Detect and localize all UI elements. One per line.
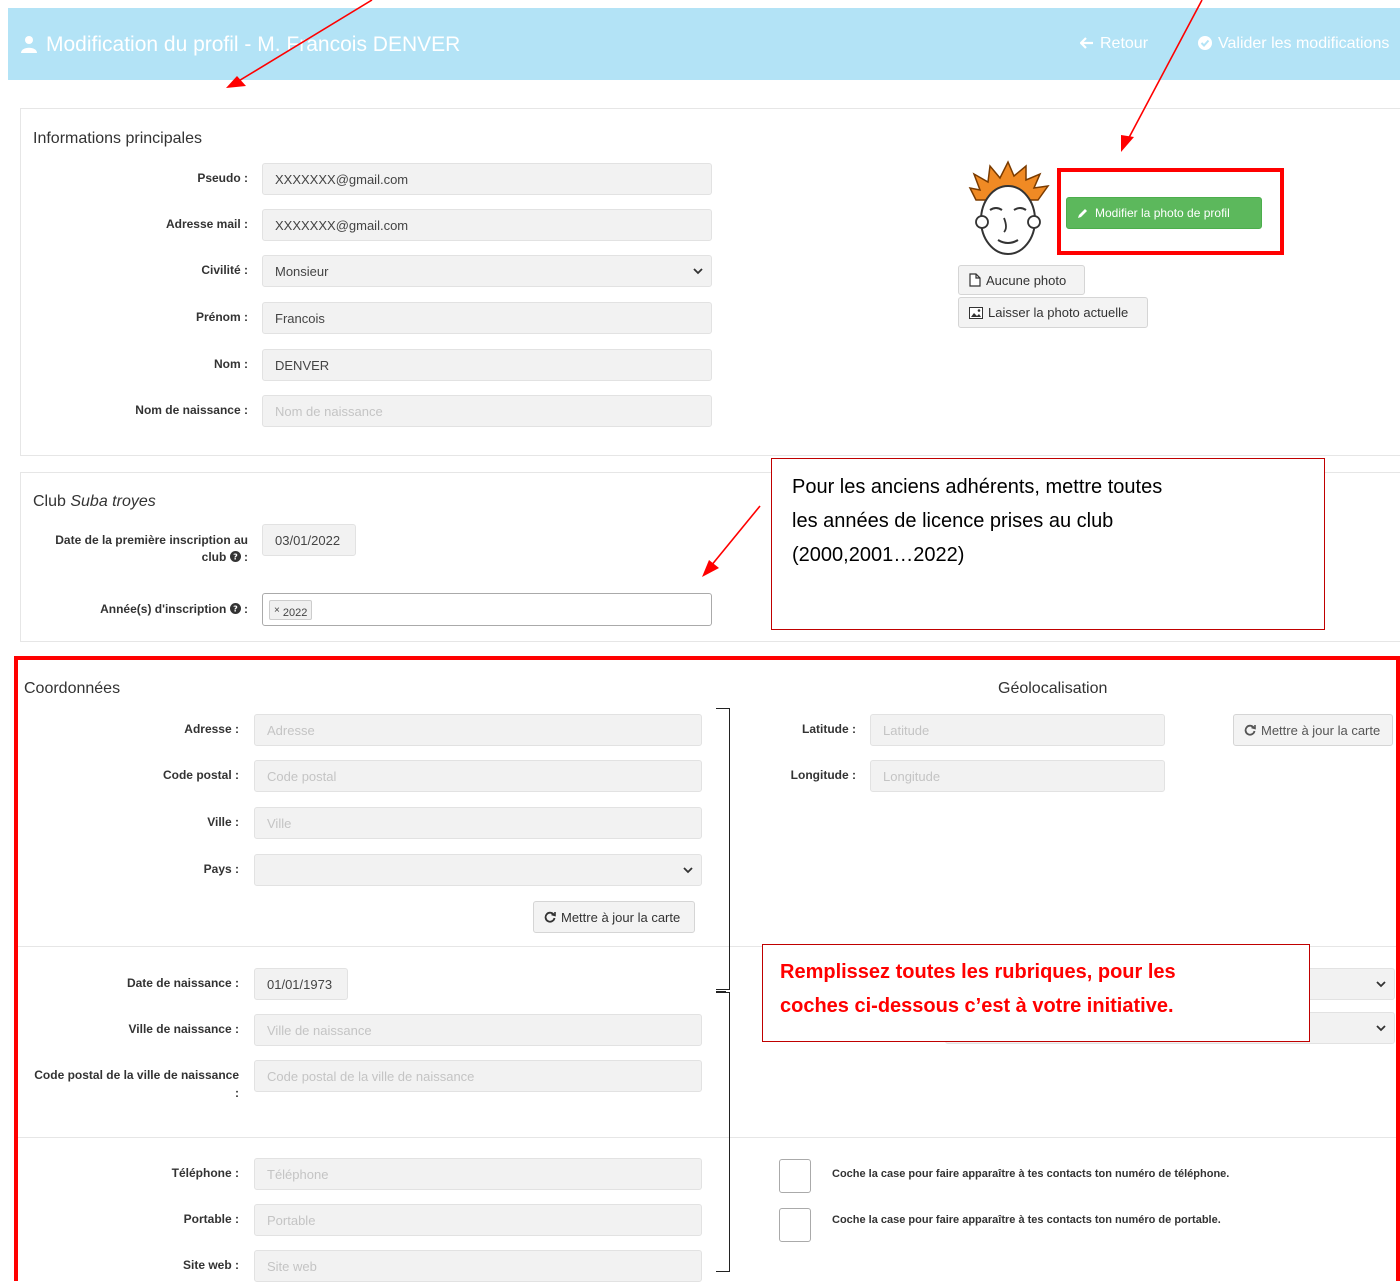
annotation-arrows (226, 0, 1203, 577)
